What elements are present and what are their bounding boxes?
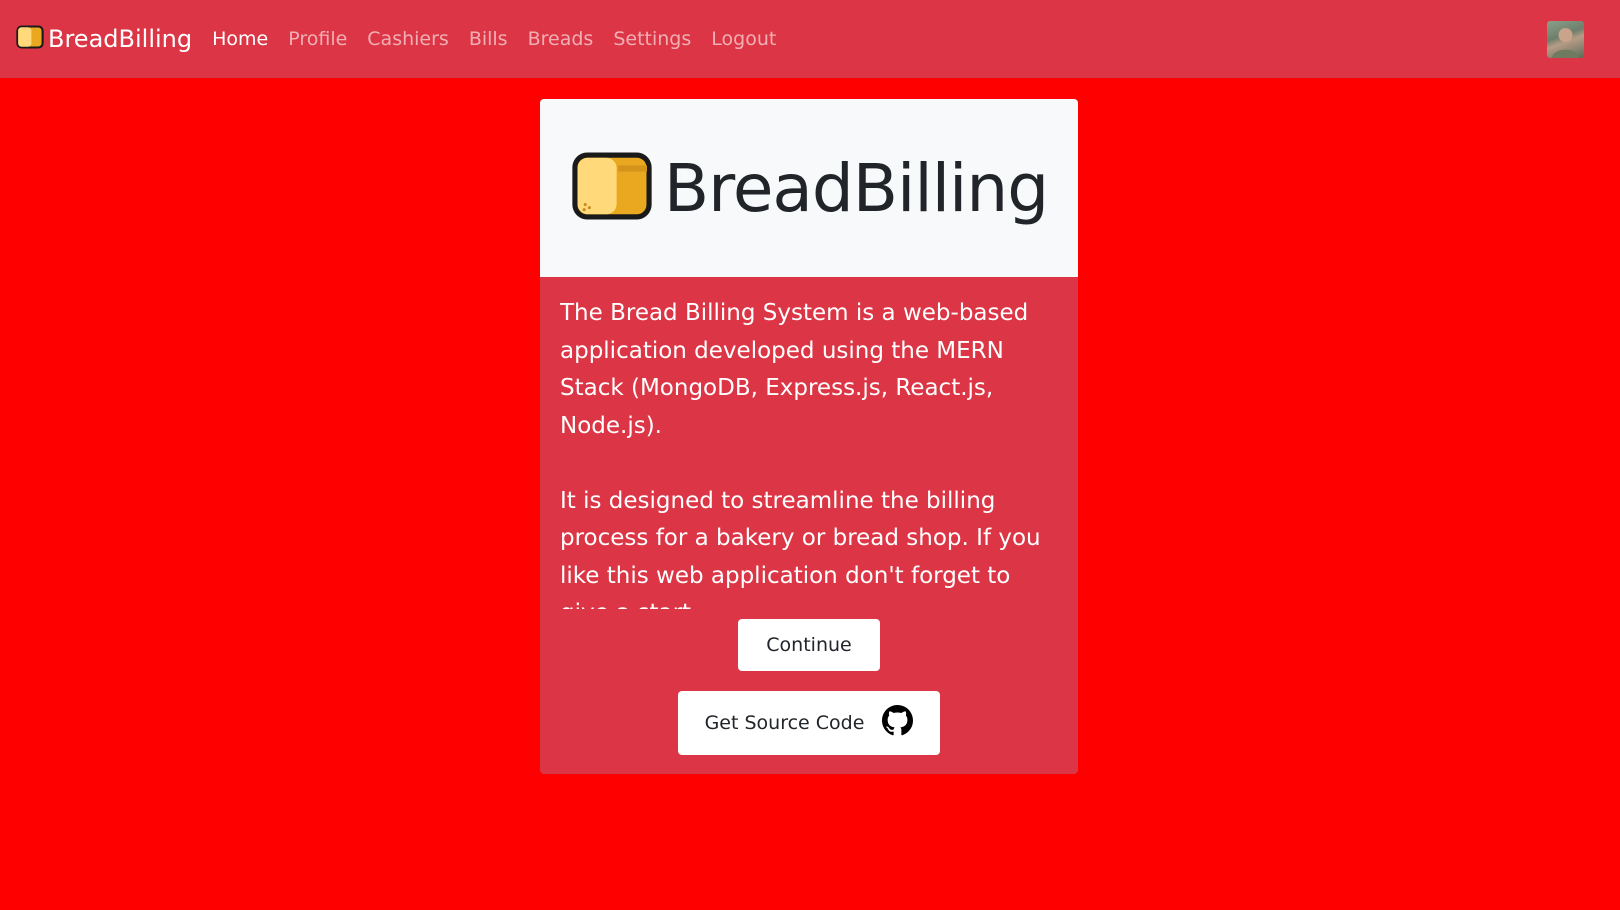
nav-link-home[interactable]: Home	[212, 28, 268, 50]
card-body: The Bread Billing System is a web-based …	[540, 277, 1078, 774]
nav-link-cashiers[interactable]: Cashiers	[367, 28, 449, 50]
intro-card: BreadBilling The Bread Billing System is…	[540, 99, 1078, 774]
user-avatar[interactable]	[1547, 21, 1584, 58]
nav-link-profile[interactable]: Profile	[288, 28, 347, 50]
card-title: BreadBilling	[663, 149, 1049, 227]
bread-logo-icon	[570, 151, 654, 225]
source-button-label: Get Source Code	[704, 712, 865, 734]
bread-icon	[16, 25, 44, 53]
github-icon	[882, 705, 914, 741]
continue-button[interactable]: Continue	[738, 619, 880, 671]
nav-link-bills[interactable]: Bills	[469, 28, 508, 50]
continue-button-label: Continue	[766, 634, 852, 656]
nav-link-breads[interactable]: Breads	[528, 28, 594, 50]
card-header: BreadBilling	[540, 99, 1078, 277]
nav-link-logout[interactable]: Logout	[711, 28, 776, 50]
brand-name: BreadBilling	[48, 25, 193, 53]
nav-link-settings[interactable]: Settings	[613, 28, 691, 50]
app-description: The Bread Billing System is a web-based …	[560, 300, 1041, 609]
get-source-code-button[interactable]: Get Source Code	[678, 691, 940, 755]
navbar-brand[interactable]: BreadBilling	[16, 25, 192, 53]
top-navbar: BreadBilling Home Profile Cashiers Bills…	[0, 0, 1620, 78]
